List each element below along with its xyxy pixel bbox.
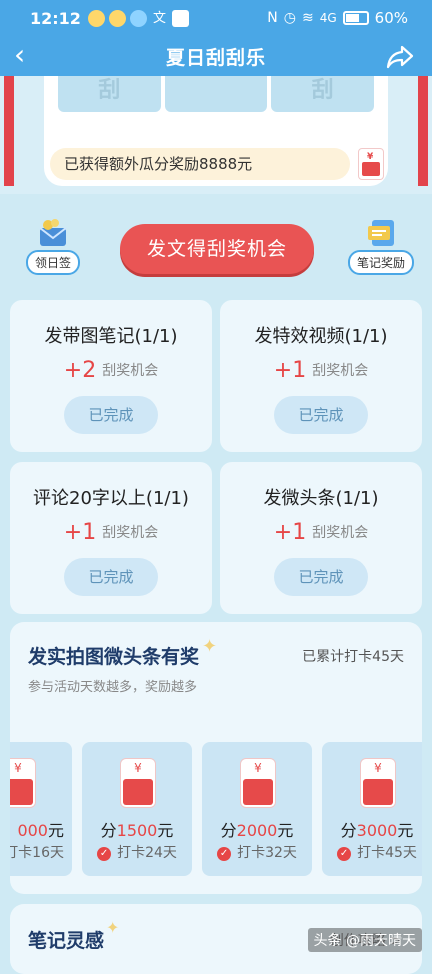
envelope-flower-icon bbox=[36, 218, 70, 248]
sparkle-icon: ✦ bbox=[202, 636, 218, 657]
checkin-section: 发实拍图微头条有奖 ✦ 已累计打卡45天 参与活动天数越多，奖励越多 ¥ 000… bbox=[10, 622, 422, 894]
bonus-count: +1 bbox=[273, 358, 307, 383]
post-for-chance-button[interactable]: 发文得刮奖机会 bbox=[120, 224, 314, 274]
daily-sign-label: 领日签 bbox=[25, 250, 80, 275]
task-bonus: +1 刮奖机会 bbox=[220, 358, 422, 383]
task-title: 发带图笔记(1/1) bbox=[44, 326, 178, 347]
sparkle-icon: ✦ bbox=[106, 918, 120, 937]
watermark: 头条 @雨天晴天 bbox=[307, 928, 422, 952]
weibo-icon bbox=[88, 10, 105, 27]
checkin-subtitle: 参与活动天数越多，奖励越多 bbox=[28, 680, 198, 695]
bonus-label: 刮奖机会 bbox=[312, 525, 369, 541]
weibo-icon bbox=[109, 10, 126, 27]
reward-card[interactable]: ¥ 000元 打卡16天 bbox=[10, 742, 72, 876]
reward-days: ✓ 打卡32天 bbox=[202, 842, 312, 862]
task-card: 发特效视频(1/1) +1 刮奖机会 已完成 bbox=[220, 300, 422, 452]
reward-days: ✓ 打卡24天 bbox=[82, 842, 192, 862]
alarm-icon: ◷ bbox=[283, 10, 296, 26]
translate-icon: 文 bbox=[152, 11, 166, 26]
reward-strip[interactable]: ¥ 000元 打卡16天 ¥ 分1500元 ✓ 打卡24天 ¥ 分2000元 ✓ 打… bbox=[10, 742, 422, 876]
app-icon bbox=[130, 10, 147, 27]
red-envelope-icon: ¥ bbox=[120, 758, 156, 808]
daily-sign-button[interactable]: 领日签 bbox=[18, 218, 88, 276]
scratch-card: 刮 刮 已获得额外瓜分奖励8888元 ¥ bbox=[44, 76, 388, 186]
reward-amount: 分3000元 bbox=[340, 821, 414, 840]
note-icon bbox=[172, 10, 189, 27]
scratch-cell[interactable]: 刮 bbox=[271, 76, 375, 112]
nfc-icon: N bbox=[267, 10, 278, 26]
task-title: 发微头条(1/1) bbox=[263, 488, 379, 509]
notes-title: 笔记灵感 bbox=[28, 930, 105, 952]
bonus-count: +1 bbox=[63, 520, 97, 545]
task-bonus: +1 刮奖机会 bbox=[220, 520, 422, 545]
reward-amount: 分1500元 bbox=[100, 821, 174, 840]
bonus-label: 刮奖机会 bbox=[312, 363, 369, 379]
scratch-cells[interactable]: 刮 刮 bbox=[58, 76, 375, 112]
red-envelope-icon: ¥ bbox=[10, 758, 36, 808]
reward-amount: 分2000元 bbox=[220, 821, 294, 840]
frame-left-edge bbox=[4, 76, 14, 186]
scratch-cell[interactable] bbox=[164, 76, 268, 112]
reward-amount: 000元 bbox=[17, 821, 64, 840]
bonus-label: 刮奖机会 bbox=[102, 525, 159, 541]
top-nav-bar: ‹ 夏日刮刮乐 bbox=[0, 38, 432, 76]
status-time: 12:12 bbox=[30, 9, 81, 28]
task-card: 发微头条(1/1) +1 刮奖机会 已完成 bbox=[220, 462, 422, 614]
check-icon: ✓ bbox=[97, 847, 112, 861]
task-card: 发带图笔记(1/1) +2 刮奖机会 已完成 bbox=[10, 300, 212, 452]
red-envelope-icon: ¥ bbox=[360, 758, 396, 808]
completed-button[interactable]: 已完成 bbox=[274, 396, 368, 434]
check-icon: ✓ bbox=[217, 847, 232, 861]
bonus-count: +2 bbox=[63, 358, 97, 383]
status-bar: 12:12 文 N ◷ ≋ 4G 60% bbox=[0, 0, 432, 38]
reward-days: ✓ 打卡45天 bbox=[322, 842, 422, 862]
reward-card[interactable]: ¥ 分3000元 ✓ 打卡45天 bbox=[322, 742, 422, 876]
checkin-title: 发实拍图微头条有奖 bbox=[28, 646, 200, 668]
completed-button[interactable]: 已完成 bbox=[274, 558, 368, 596]
wifi-icon: ≋ bbox=[301, 10, 314, 26]
bonus-count: +1 bbox=[273, 520, 307, 545]
reward-banner: 已获得额外瓜分奖励8888元 bbox=[50, 148, 350, 180]
task-bonus: +2 刮奖机会 bbox=[10, 358, 212, 383]
task-title: 评论20字以上(1/1) bbox=[33, 488, 189, 509]
note-reward-label: 笔记奖励 bbox=[347, 250, 414, 275]
check-icon: ✓ bbox=[337, 847, 352, 861]
note-reward-button[interactable]: 笔记奖励 bbox=[346, 218, 416, 276]
reward-days: 打卡16天 bbox=[10, 845, 64, 861]
battery-percent: 60% bbox=[374, 9, 408, 27]
task-title: 发特效视频(1/1) bbox=[254, 326, 388, 347]
reward-card[interactable]: ¥ 分2000元 ✓ 打卡32天 bbox=[202, 742, 312, 876]
completed-button[interactable]: 已完成 bbox=[64, 558, 158, 596]
bonus-label: 刮奖机会 bbox=[102, 363, 159, 379]
scratch-cell[interactable]: 刮 bbox=[58, 76, 161, 112]
page-title: 夏日刮刮乐 bbox=[165, 47, 266, 69]
red-envelope-icon[interactable]: ¥ bbox=[358, 148, 384, 180]
notification-icons: 文 bbox=[88, 10, 189, 27]
share-icon[interactable] bbox=[386, 44, 414, 70]
checkin-count: 已累计打卡45天 bbox=[302, 649, 404, 665]
notebook-icon bbox=[364, 218, 398, 248]
action-row: 领日签 发文得刮奖机会 笔记奖励 bbox=[0, 218, 432, 280]
reward-card[interactable]: ¥ 分1500元 ✓ 打卡24天 bbox=[82, 742, 192, 876]
completed-button[interactable]: 已完成 bbox=[64, 396, 158, 434]
task-bonus: +1 刮奖机会 bbox=[10, 520, 212, 545]
network-label: 4G bbox=[319, 11, 337, 25]
task-card: 评论20字以上(1/1) +1 刮奖机会 已完成 bbox=[10, 462, 212, 614]
red-envelope-icon: ¥ bbox=[240, 758, 276, 808]
battery-icon bbox=[342, 11, 369, 25]
status-right: N ◷ ≋ 4G 60% bbox=[267, 9, 408, 27]
frame-right-edge bbox=[418, 76, 428, 186]
